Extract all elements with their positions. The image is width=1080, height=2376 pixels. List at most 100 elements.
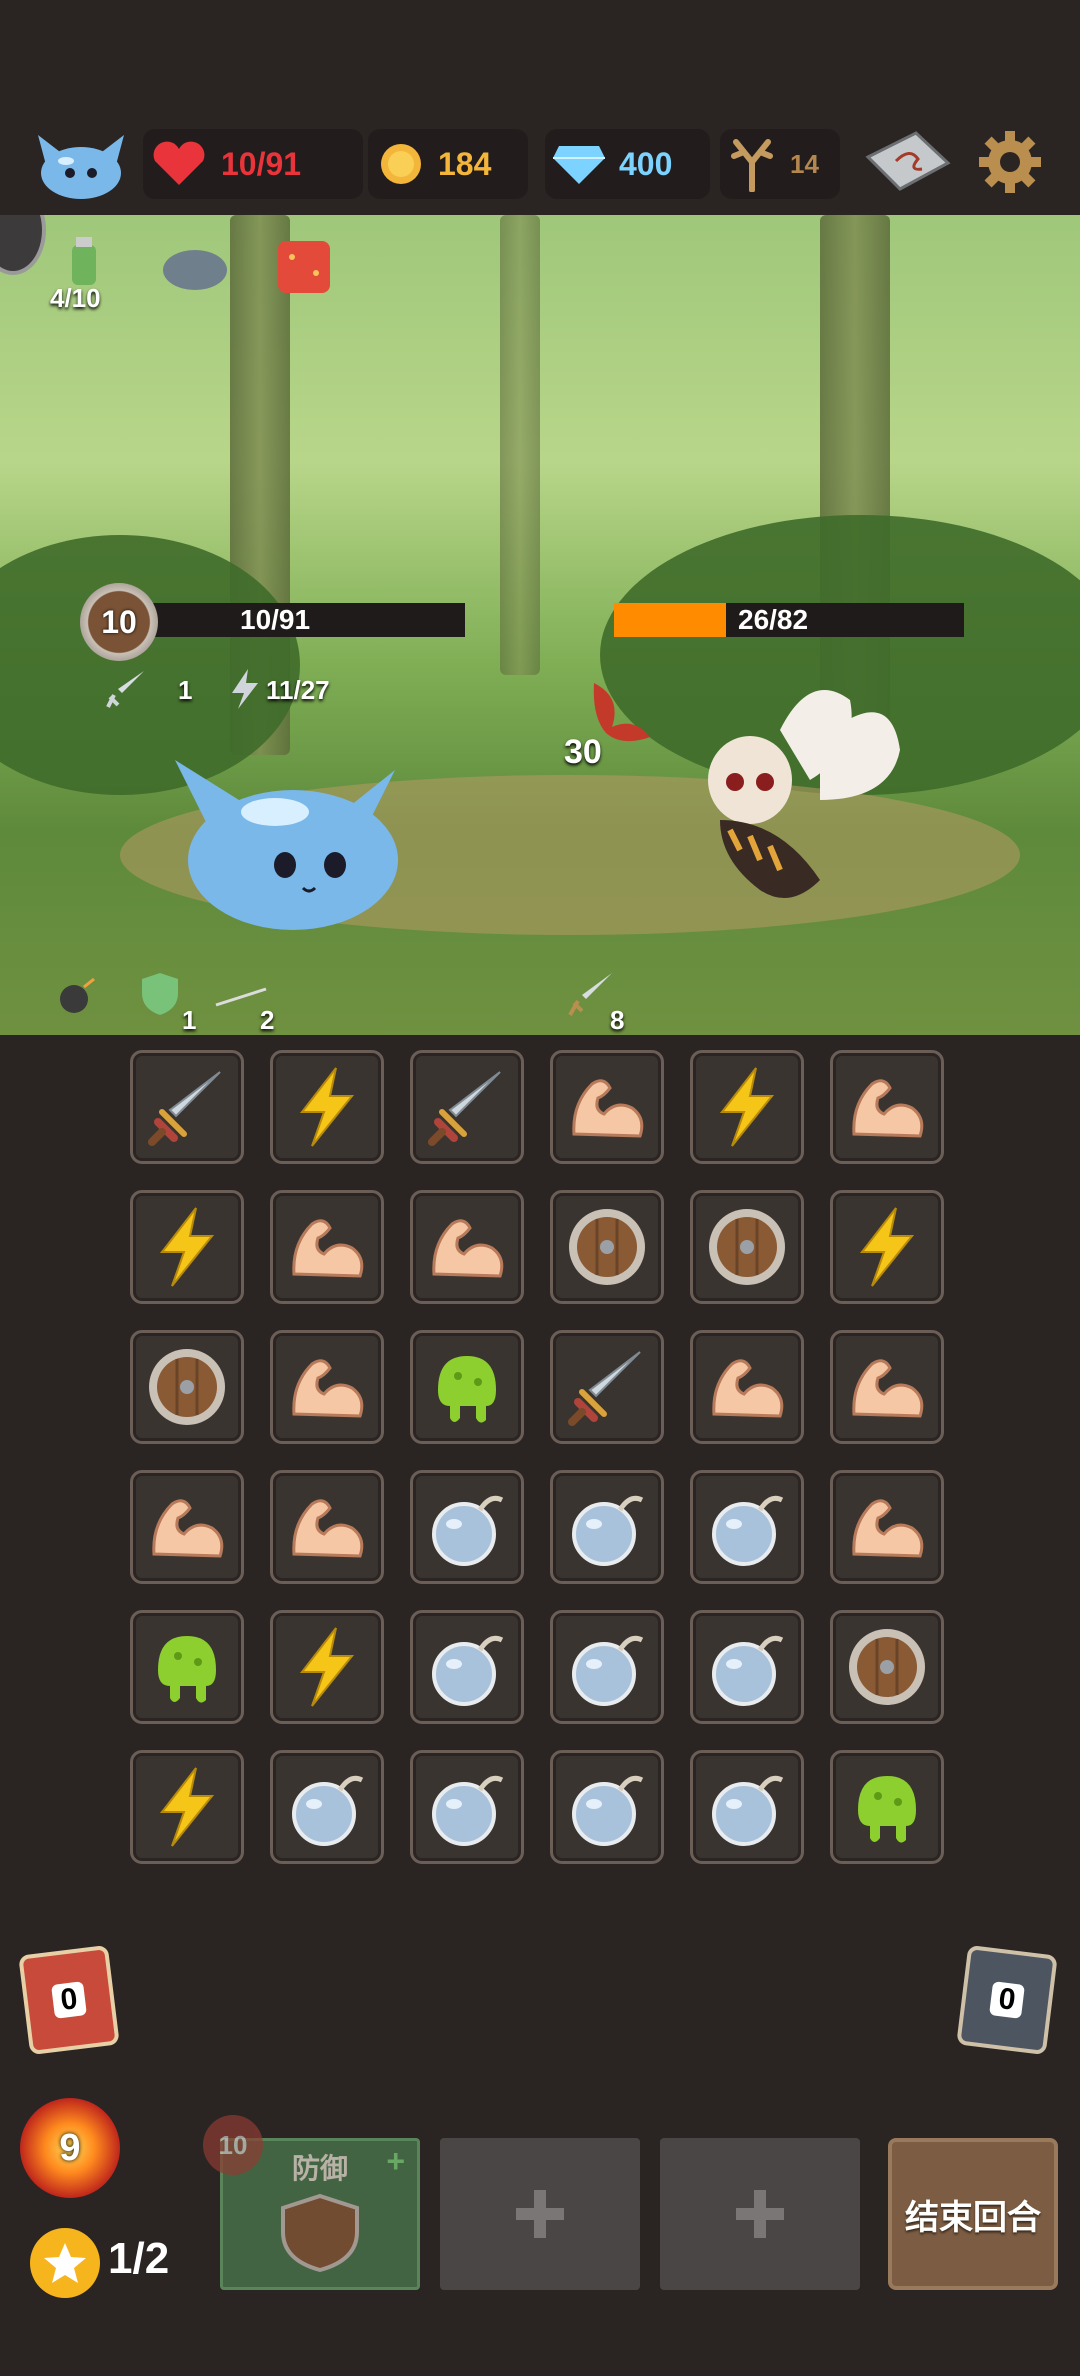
discard-pile[interactable]: 0 (956, 1944, 1058, 2056)
settings-gear-icon[interactable] (975, 127, 1045, 197)
tile-bomb[interactable] (690, 1470, 804, 1584)
gold-coin-icon (381, 144, 421, 184)
sword-stat-icon (106, 671, 144, 708)
empty-skill-slot-2[interactable] (660, 2138, 860, 2290)
bomb-status-icon (60, 977, 95, 1013)
tile-bomb[interactable] (550, 1470, 664, 1584)
gold-value: 184 (438, 145, 492, 182)
bomb-icon (712, 1635, 784, 1706)
tile-bomb[interactable] (270, 1750, 384, 1864)
lightning-icon (859, 1207, 915, 1287)
shield-icon (569, 1209, 645, 1285)
attack-value: 1 (178, 675, 193, 705)
moth-enemy[interactable] (690, 670, 920, 940)
skill-add-icon: + (386, 2143, 405, 2179)
shield-icon (709, 1209, 785, 1285)
bomb-icon (432, 1635, 504, 1706)
tile-lightning[interactable] (130, 1190, 244, 1304)
gold-pill: 184 (368, 129, 528, 199)
tile-sword[interactable] (410, 1050, 524, 1164)
slime-icon (438, 1356, 496, 1423)
tile-muscle[interactable] (690, 1330, 804, 1444)
tile-slime[interactable] (410, 1330, 524, 1444)
tile-bomb[interactable] (690, 1750, 804, 1864)
end-turn-button[interactable]: 结束回合 (888, 2138, 1058, 2290)
tile-bomb[interactable] (410, 1750, 524, 1864)
bomb-icon (432, 1495, 504, 1566)
slime-icon (158, 1636, 216, 1703)
stone-relic-icon[interactable] (160, 245, 230, 295)
slime-avatar-icon[interactable] (36, 125, 126, 201)
potion-icon[interactable] (66, 237, 102, 287)
tile-shield[interactable] (690, 1190, 804, 1304)
status-arrow-count: 2 (260, 1005, 275, 1035)
tile-shield[interactable] (550, 1190, 664, 1304)
slime-icon (858, 1776, 916, 1843)
muscle-icon (572, 1079, 644, 1138)
draw-pile[interactable]: 0 (18, 1944, 120, 2056)
player-block-value: 10 (101, 603, 137, 640)
tile-bomb[interactable] (690, 1610, 804, 1724)
tile-slime[interactable] (830, 1750, 944, 1864)
heart-icon (153, 141, 205, 185)
tile-shield[interactable] (830, 1610, 944, 1724)
tile-muscle[interactable] (830, 1470, 944, 1584)
player-hp-text: 10/91 (240, 604, 311, 635)
status-shield-count: 1 (182, 1005, 197, 1035)
red-cloth-relic-icon[interactable] (272, 237, 336, 303)
tile-muscle[interactable] (270, 1190, 384, 1304)
enemy-hp-text: 26/82 (738, 604, 809, 635)
tile-muscle[interactable] (130, 1470, 244, 1584)
tile-lightning[interactable] (270, 1610, 384, 1724)
tile-slime[interactable] (130, 1610, 244, 1724)
game-screen: 10/91 184 400 14 4/10 10/91 10 1 11/27 2… (0, 0, 1080, 2376)
muscle-icon (852, 1079, 924, 1138)
tile-lightning[interactable] (830, 1190, 944, 1304)
muscle-icon (152, 1499, 224, 1558)
antler-value: 14 (790, 148, 819, 179)
empty-skill-slot-1[interactable] (440, 2138, 640, 2290)
tile-lightning[interactable] (690, 1050, 804, 1164)
tile-muscle[interactable] (830, 1050, 944, 1164)
tile-shield[interactable] (130, 1330, 244, 1444)
skill-card-defend[interactable]: 10 防御 + (203, 2115, 420, 2290)
tile-lightning[interactable] (270, 1050, 384, 1164)
lightning-icon (159, 1767, 215, 1847)
muscle-icon (712, 1359, 784, 1418)
bomb-icon (712, 1775, 784, 1846)
player-slime[interactable] (175, 740, 405, 930)
tile-muscle[interactable] (270, 1330, 384, 1444)
tile-bomb[interactable] (550, 1750, 664, 1864)
star-icon (30, 2228, 100, 2298)
card-deck-icon[interactable] (862, 127, 952, 197)
enemy-attack-status-icon (568, 973, 612, 1016)
muscle-icon (292, 1359, 364, 1418)
tile-bomb[interactable] (550, 1610, 664, 1724)
top-bar: 10/91 184 400 14 (0, 115, 1080, 215)
antler-pill: 14 (720, 129, 840, 199)
shield-icon (149, 1349, 225, 1425)
muscle-icon (292, 1219, 364, 1278)
energy-orb-value: 9 (59, 2126, 81, 2169)
enemy-hp-fill (614, 603, 726, 637)
tile-sword[interactable] (550, 1330, 664, 1444)
tile-muscle[interactable] (830, 1330, 944, 1444)
shield-status-icon (142, 973, 178, 1015)
diamond-icon (553, 146, 605, 184)
shield-skill-icon (281, 2193, 359, 2272)
tile-lightning[interactable] (130, 1750, 244, 1864)
tile-sword[interactable] (130, 1050, 244, 1164)
lightning-icon (719, 1067, 775, 1147)
tile-muscle[interactable] (410, 1190, 524, 1304)
energy-orb: 9 (20, 2098, 120, 2198)
tile-bomb[interactable] (410, 1610, 524, 1724)
potion-count: 4/10 (50, 283, 101, 313)
pause-button[interactable] (0, 215, 46, 275)
tile-muscle[interactable] (550, 1050, 664, 1164)
tile-bomb[interactable] (410, 1470, 524, 1584)
tile-muscle[interactable] (270, 1470, 384, 1584)
hp-value: 10/91 (221, 145, 302, 182)
shield-icon (849, 1629, 925, 1705)
muscle-icon (432, 1219, 504, 1278)
muscle-icon (292, 1499, 364, 1558)
